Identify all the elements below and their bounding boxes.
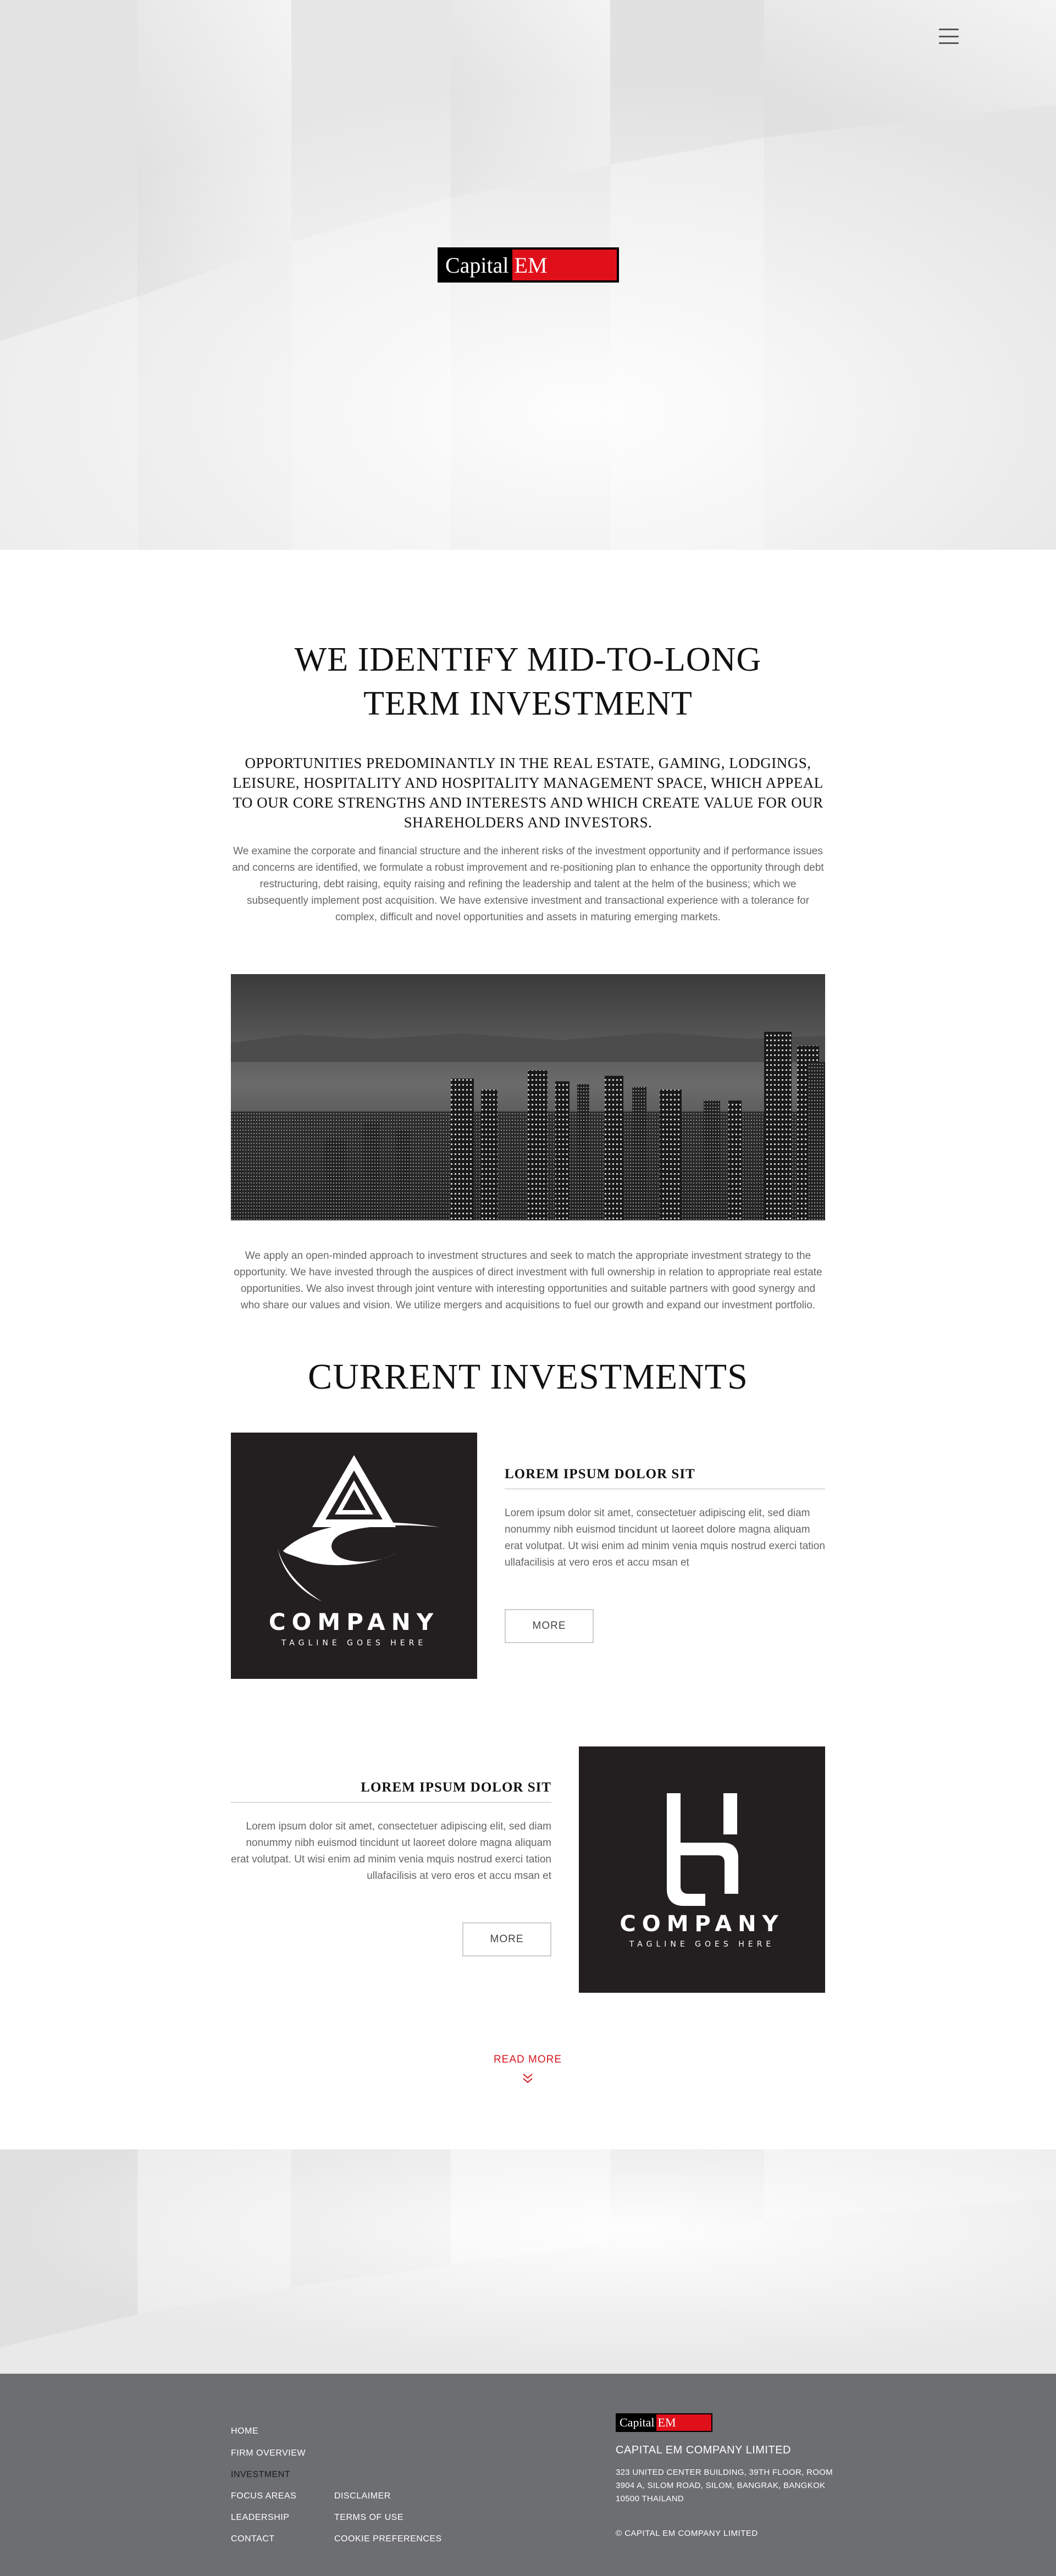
logo-text-capital: Capital	[620, 2415, 655, 2429]
company-logo-tagline: TAGLINE GOES HERE	[629, 1940, 775, 1949]
title-divider	[231, 1802, 551, 1803]
decorative-band	[0, 2149, 1056, 2374]
footer-logo[interactable]: Capital EM	[616, 2413, 712, 2432]
investment-description: Lorem ipsum dolor sit amet, consectetuer…	[505, 1507, 825, 1568]
investment-title: LOREM IPSUM DOLOR SIT	[505, 1467, 695, 1482]
city-skyline-image	[231, 974, 825, 1220]
footer-link-cookie-preferences[interactable]: COOKIE PREFERENCES	[334, 2534, 442, 2544]
company-address: 323 UNITED CENTER BUILDING, 39TH FLOOR, …	[616, 2468, 833, 2503]
investment-title: LOREM IPSUM DOLOR SIT	[361, 1780, 551, 1795]
company-name: CAPITAL EM COMPANY LIMITED	[616, 2444, 791, 2456]
page-heading: WE IDENTIFY MID-TO-LONG TERM INVESTMENT	[0, 638, 1056, 726]
intro-paragraph: We examine the corporate and financial s…	[232, 845, 824, 923]
investments-heading: CURRENT INVESTMENTS	[308, 1357, 748, 1397]
footer-link-investment[interactable]: INVESTMENT	[231, 2470, 290, 2480]
footer-link-home[interactable]: HOME	[231, 2426, 258, 2436]
copyright-text: © CAPITAL EM COMPANY LIMITED	[616, 2529, 758, 2538]
company-logo-name: COMPANY	[620, 1911, 784, 1937]
logo-text-capital: Capital	[445, 252, 509, 278]
double-chevron-down-icon[interactable]	[521, 2072, 534, 2085]
company-logo-name: COMPANY	[268, 1608, 440, 1635]
footer-link-focus-areas[interactable]: FOCUS AREAS	[231, 2491, 296, 2501]
logo-text-em: EM	[656, 2414, 711, 2431]
site-footer: HOME FIRM OVERVIEW INVESTMENT FOCUS AREA…	[0, 2374, 1056, 2576]
logo-text-em: EM	[512, 250, 617, 280]
footer-link-firm-overview[interactable]: FIRM OVERVIEW	[231, 2448, 306, 2458]
hamburger-icon	[939, 29, 959, 30]
footer-link-disclaimer[interactable]: DISCLAIMER	[334, 2491, 391, 2501]
hamburger-icon	[939, 42, 959, 44]
more-button[interactable]: MORE	[505, 1609, 594, 1643]
footer-link-leadership[interactable]: LEADERSHIP	[231, 2513, 289, 2523]
menu-button[interactable]	[938, 26, 960, 46]
approach-paragraph: We apply an open-minded approach to inve…	[234, 1250, 822, 1311]
read-more-link[interactable]: READ MORE	[473, 2054, 583, 2066]
footer-link-terms[interactable]: TERMS OF USE	[334, 2513, 403, 2523]
page-heading-line2: TERM INVESTMENT	[363, 685, 693, 722]
site-logo[interactable]: Capital EM	[438, 247, 619, 283]
footer-link-contact[interactable]: CONTACT	[231, 2534, 275, 2544]
page-heading-line1: WE IDENTIFY MID-TO-LONG	[294, 641, 762, 678]
hamburger-icon	[939, 35, 959, 37]
h-letter-logo-icon	[667, 1793, 738, 1906]
investment-description: Lorem ipsum dolor sit amet, consectetuer…	[231, 1821, 551, 1882]
geometric-background	[0, 2149, 1056, 2374]
company-logo-tagline: TAGLINE GOES HERE	[281, 1639, 427, 1648]
hero-banner: Capital EM	[0, 0, 1056, 550]
company-logo-b: COMPANY TAGLINE GOES HERE	[579, 1746, 825, 1993]
more-button[interactable]: MORE	[462, 1922, 551, 1956]
company-logo-a: COMPANY TAGLINE GOES HERE	[231, 1433, 477, 1679]
city-skyline-graphic	[231, 974, 825, 1220]
page-subheading: OPPORTUNITIES PREDOMINANTLY IN THE REAL …	[233, 755, 823, 831]
